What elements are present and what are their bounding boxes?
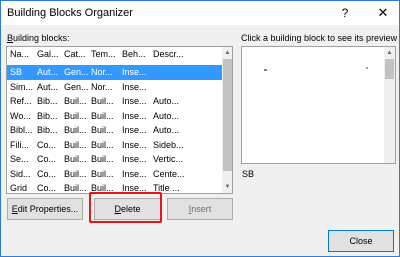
cell: Buil... (91, 96, 114, 106)
cell: Sim... (10, 81, 34, 92)
preview-scrollbar[interactable]: ▲ (384, 47, 395, 163)
close-button[interactable]: Close (328, 230, 394, 252)
cell: Inse... (122, 67, 147, 77)
table-row[interactable]: Wo... Bib... Buil... Buil... Inse... Aut… (7, 109, 222, 124)
list-scrollbar[interactable]: ▲ ▼ (222, 47, 232, 193)
edit-properties-button[interactable]: Edit Properties... (7, 198, 83, 220)
preview-pane: ▲ (241, 46, 396, 164)
cell: Auto... (153, 110, 180, 121)
cell: Buil... (91, 168, 114, 179)
cell: Aut... (37, 81, 59, 92)
close-icon[interactable]: ✕ (369, 3, 397, 23)
cell: Wo... (10, 110, 31, 121)
building-blocks-list[interactable]: Na... Gal... Cat... Tem... Beh... Descr.… (6, 46, 233, 194)
column-header-template[interactable]: Tem... (91, 49, 119, 59)
cell: Buil... (64, 154, 87, 164)
cell: Bib... (37, 125, 58, 135)
cell: Auto... (153, 96, 180, 106)
insert-label: nsert (191, 204, 212, 214)
cell: Buil... (91, 110, 114, 121)
cell: Vertic... (153, 154, 184, 164)
cell: Bibl... (10, 125, 33, 135)
help-button[interactable]: ? (331, 3, 359, 23)
preview-block-name: SB (242, 169, 255, 179)
cell: Auto... (153, 125, 180, 135)
cell: Buil... (91, 139, 114, 150)
cell: Inse... (122, 125, 147, 135)
cell: Se... (10, 154, 29, 164)
column-header-gallery[interactable]: Gal... (37, 49, 61, 59)
building-blocks-dialog: Building Blocks Organizer ? ✕ Building b… (0, 0, 400, 257)
table-row[interactable]: SB Aut... Gen... Nor... Inse... (7, 65, 222, 80)
cell: Buil... (64, 183, 87, 193)
window-title: Building Blocks Organizer (7, 7, 133, 19)
cell: Inse... (122, 96, 147, 106)
cell: Inse... (122, 81, 147, 92)
preview-thumbnail (246, 51, 380, 159)
column-header-name[interactable]: Na... (10, 49, 34, 59)
delete-highlight-box (89, 192, 162, 223)
cell: Co... (37, 168, 57, 179)
building-blocks-label-text: uilding blocks: (13, 33, 70, 43)
cell: Sid... (10, 168, 31, 179)
cell: Buil... (91, 154, 114, 164)
cell: Co... (37, 183, 57, 193)
cell: Cente... (153, 168, 185, 179)
list-header: Na... Gal... Cat... Tem... Beh... Descr.… (7, 47, 222, 62)
table-row[interactable]: Fili... Co... Buil... Buil... Inse... Si… (7, 138, 222, 153)
cell: Grid (10, 183, 28, 193)
cell: Inse... (122, 168, 147, 179)
cell: Nor... (91, 81, 113, 92)
cell: Fili... (10, 139, 29, 150)
scroll-thumb[interactable] (223, 59, 232, 171)
table-row[interactable]: Sid... Co... Buil... Buil... Inse... Cen… (7, 167, 222, 182)
scroll-up-icon[interactable]: ▲ (385, 48, 394, 58)
table-row[interactable]: Sim... Aut... Gen... Nor... Inse... (7, 80, 222, 95)
preview-mark (366, 67, 368, 69)
column-header-description[interactable]: Descr... (153, 49, 193, 59)
column-header-behavior[interactable]: Beh... (122, 49, 150, 59)
cell: Buil... (91, 125, 114, 135)
edit-label: dit Properties... (17, 204, 79, 214)
cell: Buil... (64, 110, 87, 121)
cell: Co... (37, 154, 57, 164)
cell: Inse... (122, 110, 147, 121)
cell: Gen... (64, 67, 88, 77)
cell: Nor... (91, 67, 113, 77)
cell: Bib... (37, 110, 58, 121)
scroll-thumb[interactable] (385, 59, 394, 79)
cell: Buil... (64, 139, 87, 150)
cell: Sideb... (153, 139, 184, 150)
cell: Co... (37, 139, 57, 150)
table-row[interactable]: Se... Co... Buil... Buil... Inse... Vert… (7, 152, 222, 167)
cell: Gen... (64, 81, 88, 92)
column-header-category[interactable]: Cat... (64, 49, 88, 59)
building-blocks-label: Building blocks: (7, 33, 70, 43)
insert-button[interactable]: Insert (167, 198, 233, 220)
table-row[interactable]: Bibl... Bib... Buil... Buil... Inse... A… (7, 123, 222, 138)
preview-mark (264, 69, 267, 71)
scroll-up-icon[interactable]: ▲ (223, 48, 232, 58)
scroll-down-icon[interactable]: ▼ (223, 182, 232, 192)
cell: Bib... (37, 96, 58, 106)
cell: Buil... (64, 168, 87, 179)
cell: Buil... (64, 125, 87, 135)
cell: Inse... (122, 154, 147, 164)
cell: Ref... (10, 96, 32, 106)
table-row[interactable]: Ref... Bib... Buil... Buil... Inse... Au… (7, 94, 222, 109)
cell: SB (10, 67, 23, 77)
preview-label: Click a building block to see its previe… (241, 33, 398, 43)
cell: Aut... (37, 67, 59, 77)
title-bar: Building Blocks Organizer ? ✕ (1, 1, 399, 25)
cell: Inse... (122, 139, 147, 150)
cell: Buil... (64, 96, 87, 106)
